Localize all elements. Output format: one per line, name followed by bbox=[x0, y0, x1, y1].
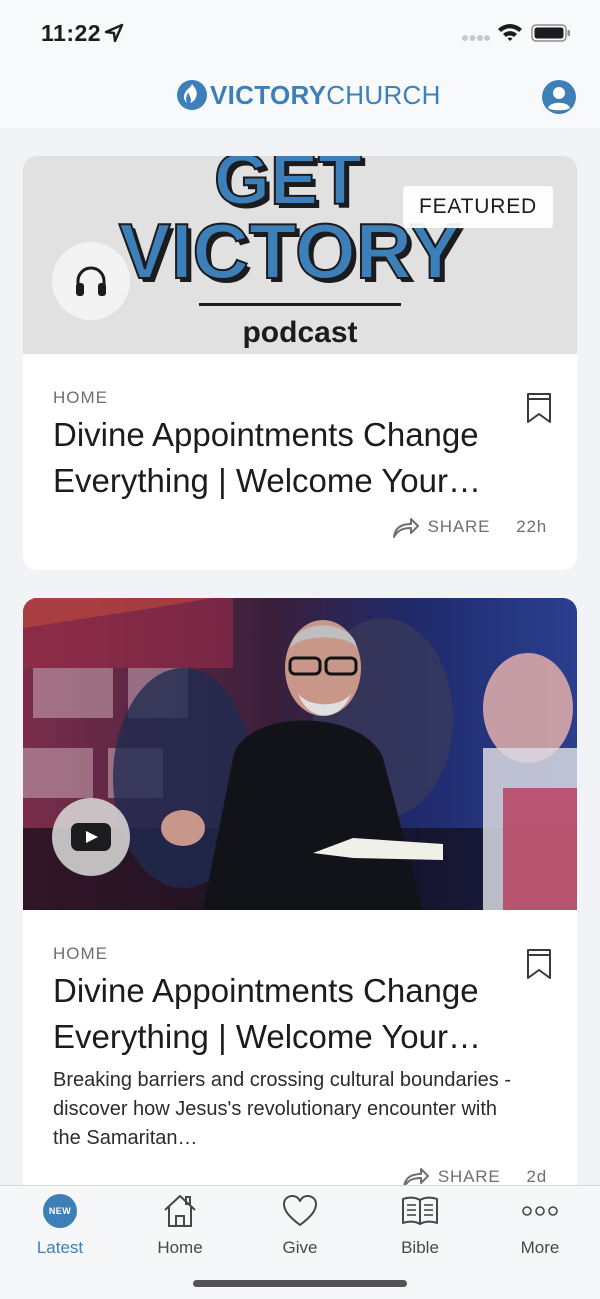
share-icon[interactable] bbox=[392, 516, 420, 538]
card-category: HOME bbox=[53, 388, 108, 407]
new-badge-icon: NEW bbox=[41, 1192, 79, 1230]
tab-label: Latest bbox=[36, 1238, 84, 1257]
battery-icon bbox=[531, 24, 570, 42]
post-age: 2d bbox=[526, 1167, 547, 1186]
card-title[interactable]: Divine Appointments Change Everything | … bbox=[53, 968, 543, 1060]
headphones-icon bbox=[76, 266, 106, 296]
signal-icon bbox=[462, 35, 490, 41]
tab-home[interactable]: Home bbox=[120, 1192, 240, 1262]
new-badge: NEW bbox=[43, 1194, 77, 1228]
app-header: VICTORYCHURCH bbox=[0, 66, 600, 128]
brand-name-light: CHURCH bbox=[326, 80, 441, 110]
featured-badge: FEATURED bbox=[402, 186, 553, 228]
artwork-line-3: podcast bbox=[242, 316, 357, 349]
share-button[interactable]: SHARE bbox=[428, 517, 491, 537]
bookmark-icon[interactable] bbox=[526, 392, 552, 424]
feed-card-video[interactable]: HOME Divine Appointments Change Everythi… bbox=[23, 598, 577, 1186]
brand-logo: VICTORYCHURCH bbox=[176, 78, 441, 112]
card-media[interactable]: GET GET VICTORY VICTORY podcast FEATURED bbox=[23, 156, 577, 354]
post-age: 22h bbox=[516, 517, 547, 536]
heart-icon bbox=[283, 1195, 317, 1226]
bookmark-icon[interactable] bbox=[526, 948, 552, 980]
wifi-icon bbox=[498, 24, 522, 41]
home-indicator bbox=[193, 1280, 407, 1287]
card-title[interactable]: Divine Appointments Change Everything | … bbox=[53, 412, 543, 504]
tab-more[interactable]: More bbox=[480, 1192, 600, 1262]
book-icon bbox=[402, 1196, 438, 1225]
location-arrow-icon bbox=[104, 23, 124, 43]
home-icon bbox=[164, 1195, 196, 1227]
content-feed[interactable]: GET GET VICTORY VICTORY podcast FEATURED… bbox=[0, 128, 600, 1186]
card-meta: SHARE 22h bbox=[392, 516, 547, 538]
card-media[interactable] bbox=[23, 598, 577, 910]
video-play-button[interactable] bbox=[52, 798, 130, 876]
card-description: Breaking barriers and crossing cultural … bbox=[53, 1069, 512, 1149]
status-time: 11:22 bbox=[41, 20, 102, 46]
more-dots-icon bbox=[522, 1206, 558, 1216]
brand-name-bold: VICTORY bbox=[210, 80, 327, 110]
tab-label: Give bbox=[282, 1238, 318, 1257]
tab-bible[interactable]: Bible bbox=[360, 1192, 480, 1262]
tab-label: More bbox=[520, 1238, 560, 1257]
tab-latest[interactable]: NEW Latest bbox=[0, 1192, 120, 1262]
tab-give[interactable]: Give bbox=[240, 1192, 360, 1262]
flame-globe-icon bbox=[177, 80, 207, 110]
tab-label: Home bbox=[157, 1238, 203, 1257]
feed-card-podcast[interactable]: GET GET VICTORY VICTORY podcast FEATURED… bbox=[23, 156, 577, 570]
tab-bar: NEW Latest Home Give Bible More bbox=[0, 1185, 600, 1299]
status-bar: 11:22 bbox=[0, 0, 600, 66]
share-icon[interactable] bbox=[402, 1166, 430, 1186]
brand-name: VICTORYCHURCH bbox=[210, 82, 441, 108]
share-button[interactable]: SHARE bbox=[438, 1167, 501, 1186]
card-meta: SHARE 2d bbox=[402, 1166, 547, 1186]
play-icon bbox=[71, 823, 111, 851]
card-category: HOME bbox=[53, 944, 108, 963]
podcast-media-button[interactable] bbox=[52, 242, 130, 320]
profile-icon[interactable] bbox=[541, 79, 577, 115]
tab-label: Bible bbox=[401, 1238, 439, 1257]
